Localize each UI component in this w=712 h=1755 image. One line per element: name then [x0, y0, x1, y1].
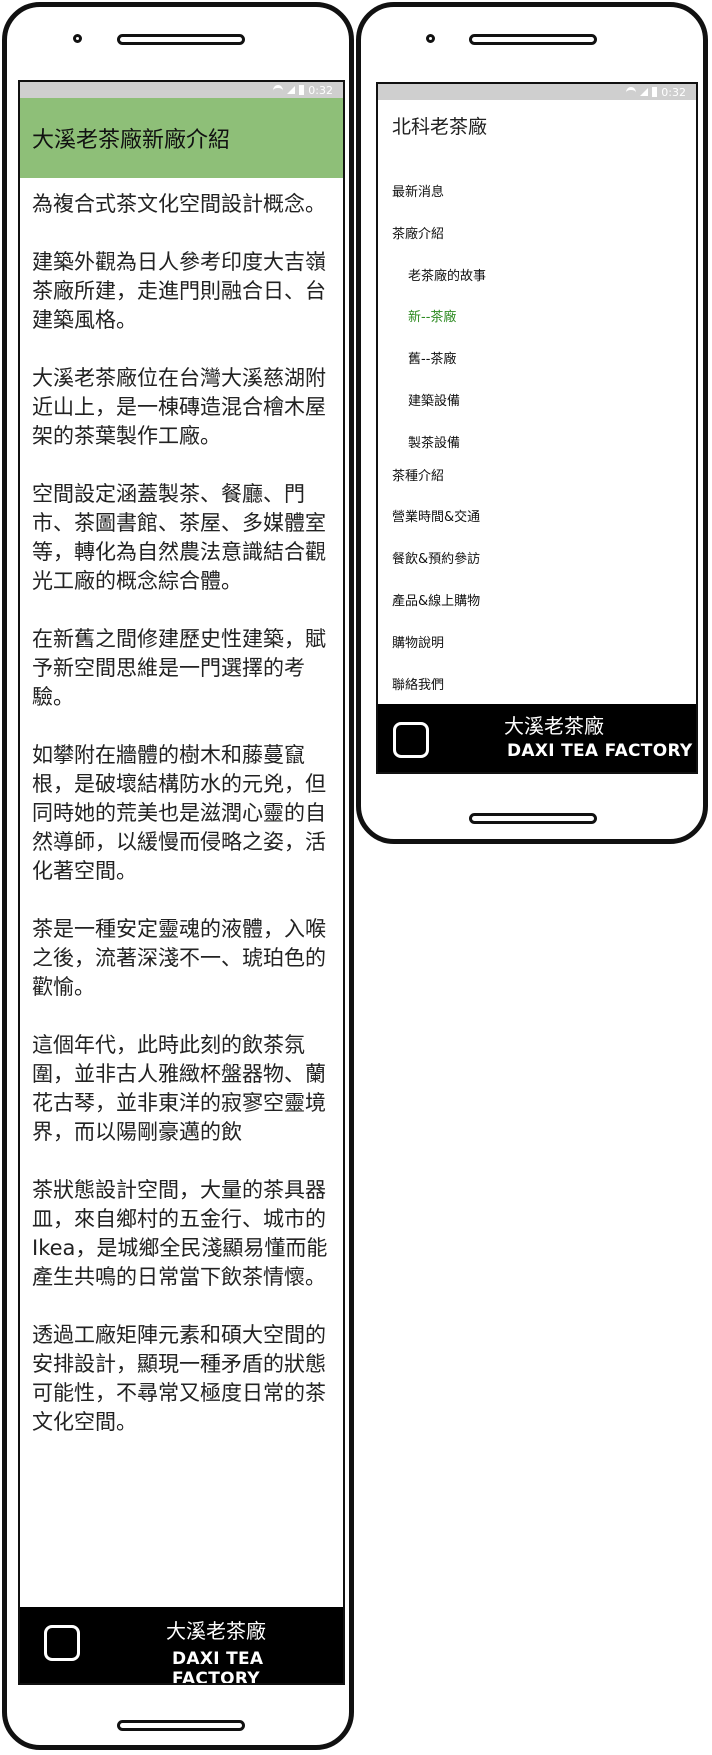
- paragraph: 為複合式茶文化空間設計概念。: [32, 192, 326, 216]
- menu-item-shop[interactable]: 產品&線上購物: [392, 590, 480, 609]
- menu-item-factory-intro[interactable]: 茶廠介紹: [392, 223, 444, 242]
- signal-icon: [287, 86, 296, 94]
- paragraph: 空間設定涵蓋製茶、餐廳、門市、茶圖書館、茶屋、多媒體室等，轉化為自然農法意識結合…: [32, 482, 326, 593]
- submenu-item-building[interactable]: 建築設備: [408, 390, 460, 409]
- home-indicator: [117, 1720, 245, 1731]
- footer-brand-en: DAXI TEA FACTORY: [172, 1649, 264, 1685]
- paragraph: 茶是一種安定靈魂的液體，入喉之後，流著深淺不一、琥珀色的歡愉。: [32, 917, 326, 999]
- status-time: 0:32: [661, 85, 686, 99]
- speaker-grille: [469, 34, 597, 45]
- camera-icon: [426, 34, 435, 43]
- battery-icon: [652, 87, 658, 97]
- footer-brand-en: DAXI TEA FACTORY: [507, 741, 693, 761]
- wifi-icon: [273, 84, 284, 96]
- right-phone-frame: 0:32 北科老茶廠 最新消息 茶廠介紹 老茶廠的故事 新--茶廠 舊--茶廠 …: [356, 2, 708, 844]
- footer-bar: 大溪老茶廠 DAXI TEA FACTORY: [378, 704, 696, 772]
- camera-icon: [73, 34, 82, 43]
- menu-title: 北科老茶廠: [392, 116, 488, 138]
- battery-icon: [299, 85, 305, 95]
- page-title: 大溪老茶廠新廠介紹: [20, 98, 343, 178]
- paragraph: 大溪老茶廠位在台灣大溪慈湖附近山上，是一棟磚造混合檜木屋架的茶葉製作工廠。: [32, 366, 326, 448]
- menu-item-hours[interactable]: 營業時間&交通: [392, 506, 480, 525]
- article-content: 為複合式茶文化空間設計概念。 建築外觀為日人參考印度大吉嶺茶廠所建，走進門則融合…: [32, 190, 329, 1466]
- left-phone-frame: 0:32 大溪老茶廠新廠介紹 為複合式茶文化空間設計概念。 建築外觀為日人參考印…: [2, 2, 354, 1750]
- paragraph: 透過工廠矩陣元素和碩大空間的安排設計，顯現一種矛盾的狀態可能性，不尋常又極度日常…: [32, 1323, 326, 1434]
- submenu-item-story[interactable]: 老茶廠的故事: [408, 265, 486, 284]
- paragraph: 茶狀態設計空間，大量的茶具器皿，來自鄉村的五金行、城市的Ikea，是城鄉全民淺顯…: [32, 1178, 328, 1289]
- footer-brand-cn: 大溪老茶廠: [504, 714, 604, 738]
- signal-icon: [640, 88, 649, 96]
- footer-brand-cn: 大溪老茶廠: [166, 1619, 266, 1643]
- submenu-item-old-factory[interactable]: 舊--茶廠: [408, 348, 456, 367]
- menu-item-tea-types[interactable]: 茶種介紹: [392, 465, 444, 484]
- submenu-item-equipment[interactable]: 製茶設備: [408, 432, 460, 451]
- paragraph: 如攀附在牆體的樹木和藤蔓竄根，是破壞結構防水的元兇，但同時她的荒美也是滋潤心靈的…: [32, 743, 326, 883]
- home-button-icon[interactable]: [393, 722, 429, 758]
- left-screen: 0:32 大溪老茶廠新廠介紹 為複合式茶文化空間設計概念。 建築外觀為日人參考印…: [18, 80, 345, 1685]
- status-bar: 0:32: [378, 84, 696, 100]
- footer-bar: 大溪老茶廠 DAXI TEA FACTORY: [20, 1607, 343, 1685]
- paragraph: 建築外觀為日人參考印度大吉嶺茶廠所建，走進門則融合日、台建築風格。: [32, 250, 326, 332]
- menu-item-news[interactable]: 最新消息: [392, 181, 444, 200]
- menu-item-shopping-guide[interactable]: 購物說明: [392, 632, 444, 651]
- paragraph: 這個年代，此時此刻的飲茶氛圍，並非古人雅緻杯盤器物、蘭花古琴，並非東洋的寂寥空靈…: [32, 1033, 326, 1144]
- right-screen: 0:32 北科老茶廠 最新消息 茶廠介紹 老茶廠的故事 新--茶廠 舊--茶廠 …: [376, 82, 698, 774]
- paragraph: 在新舊之間修建歷史性建築，賦予新空間思維是一門選擇的考驗。: [32, 627, 326, 709]
- home-indicator: [469, 813, 597, 824]
- status-time: 0:32: [308, 83, 333, 97]
- menu-item-dining[interactable]: 餐飲&預約參訪: [392, 548, 480, 567]
- speaker-grille: [117, 34, 245, 45]
- status-bar: 0:32: [20, 82, 343, 98]
- home-button-icon[interactable]: [44, 1625, 80, 1661]
- menu-item-contact[interactable]: 聯絡我們: [392, 674, 444, 693]
- wifi-icon: [626, 86, 637, 98]
- submenu-item-new-factory[interactable]: 新--茶廠: [408, 306, 456, 325]
